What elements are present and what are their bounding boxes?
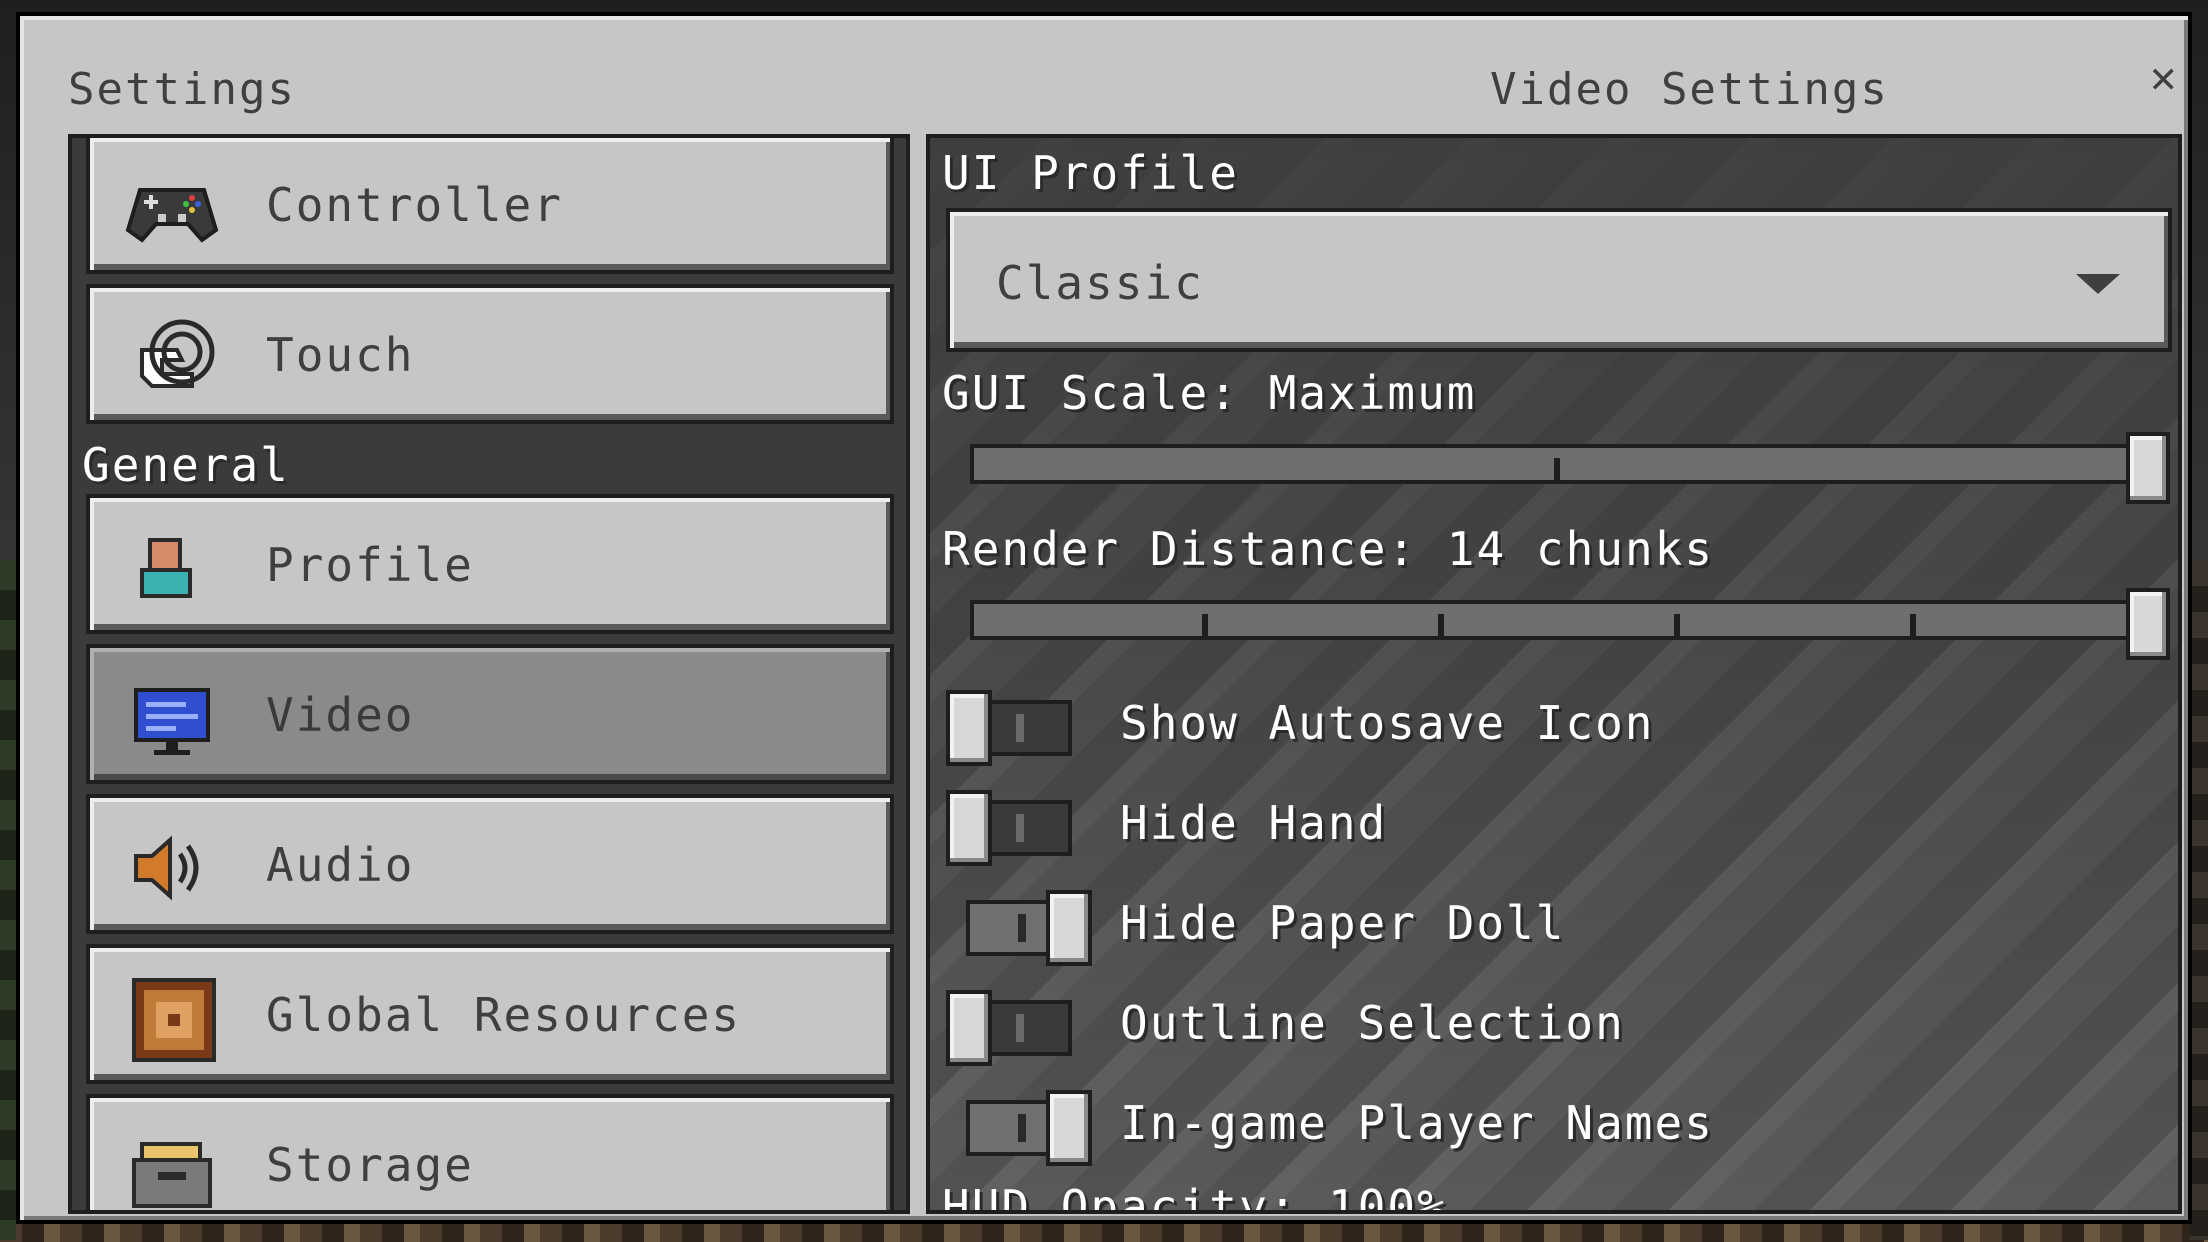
video-settings-panel: UI Profile Classic GUI Scale: Maximum Re… <box>926 134 2182 1214</box>
hide-hand-toggle[interactable] <box>946 790 1072 866</box>
ui-profile-value: Classic <box>996 256 1204 310</box>
ui-profile-label: UI Profile <box>942 146 1239 200</box>
slider-thumb[interactable] <box>2126 588 2170 660</box>
world-ground-strip <box>0 1222 2208 1242</box>
touch-hand-icon <box>140 319 215 388</box>
resource-pack-icon <box>132 978 216 1062</box>
gui-scale-slider[interactable] <box>970 432 2170 504</box>
toggle-label: Hide Hand <box>1120 796 1388 850</box>
monitor-icon <box>134 688 210 755</box>
outline-selection-toggle[interactable] <box>946 990 1072 1066</box>
slider-tick <box>1674 614 1680 638</box>
profile-icon <box>140 538 192 598</box>
sidebar-item-label: Storage <box>266 1138 474 1192</box>
toggle-notch <box>1018 914 1026 942</box>
toggle-label: In-game Player Names <box>1120 1096 1714 1150</box>
sidebar-item-label: Touch <box>266 328 415 382</box>
sidebar-item-label: Audio <box>266 838 415 892</box>
sidebar-item-video[interactable]: Video <box>86 644 894 784</box>
world-left-edge <box>0 560 16 1240</box>
hide-paper-doll-toggle[interactable] <box>946 890 1092 966</box>
sidebar-item-label: Controller <box>266 178 563 232</box>
autosave-icon-toggle[interactable] <box>946 690 1072 766</box>
gamepad-icon <box>125 188 219 243</box>
settings-window: Settings Video Settings ✕ Controller Tou… <box>16 12 2192 1224</box>
slider-tick <box>1554 458 1560 482</box>
toggle-notch <box>1016 814 1024 842</box>
toggle-knob <box>946 790 992 866</box>
toggle-row-outline-selection: Outline Selection <box>946 984 2146 1066</box>
toggle-label: Hide Paper Doll <box>1120 896 1566 950</box>
slider-tick <box>1910 614 1916 638</box>
storage-folder-icon <box>132 1142 212 1208</box>
sidebar-item-global-resources[interactable]: Global Resources <box>86 944 894 1084</box>
toggle-row-hide-paper-doll: Hide Paper Doll <box>946 884 2146 966</box>
hud-opacity-label: HUD Opacity: 100% <box>942 1180 1447 1214</box>
render-distance-label: Render Distance: 14 chunks <box>942 522 1715 576</box>
close-icon[interactable]: ✕ <box>2150 52 2177 103</box>
toggle-label: Outline Selection <box>1120 996 1625 1050</box>
sidebar-item-label: Video <box>266 688 415 742</box>
sidebar-item-label: Global Resources <box>266 988 742 1042</box>
world-right-edge <box>2190 560 2208 1240</box>
toggle-knob <box>1046 890 1092 966</box>
toggle-knob <box>946 690 992 766</box>
slider-thumb[interactable] <box>2126 432 2170 504</box>
toggle-knob <box>1046 1090 1092 1166</box>
toggle-row-autosave: Show Autosave Icon <box>946 684 2146 766</box>
sidebar-item-profile[interactable]: Profile <box>86 494 894 634</box>
sidebar-item-label: Profile <box>266 538 474 592</box>
video-settings-title: Video Settings <box>1490 64 1889 115</box>
slider-track <box>970 600 2142 640</box>
toggle-label: Show Autosave Icon <box>1120 696 1655 750</box>
sidebar-item-storage[interactable]: Storage <box>86 1094 894 1210</box>
settings-sidebar: Controller Touch General Profile Video A… <box>68 134 910 1214</box>
chevron-down-icon <box>2076 274 2120 294</box>
gui-scale-label: GUI Scale: Maximum <box>942 366 1477 420</box>
section-heading-general: General <box>82 438 290 492</box>
toggle-row-hide-hand: Hide Hand <box>946 784 2146 866</box>
toggle-notch <box>1016 714 1024 742</box>
ui-profile-dropdown[interactable]: Classic <box>946 208 2172 352</box>
slider-tick <box>1438 614 1444 638</box>
sidebar-item-audio[interactable]: Audio <box>86 794 894 934</box>
render-distance-slider[interactable] <box>970 588 2170 660</box>
toggle-notch <box>1016 1014 1024 1042</box>
toggle-knob <box>946 990 992 1066</box>
speaker-icon <box>134 835 199 901</box>
toggle-row-player-names: In-game Player Names <box>946 1084 2146 1166</box>
slider-tick <box>1202 614 1208 638</box>
player-names-toggle[interactable] <box>946 1090 1092 1166</box>
sidebar-item-controller[interactable]: Controller <box>86 138 894 274</box>
settings-title: Settings <box>68 64 296 115</box>
sidebar-item-touch[interactable]: Touch <box>86 284 894 424</box>
toggle-notch <box>1018 1114 1026 1142</box>
